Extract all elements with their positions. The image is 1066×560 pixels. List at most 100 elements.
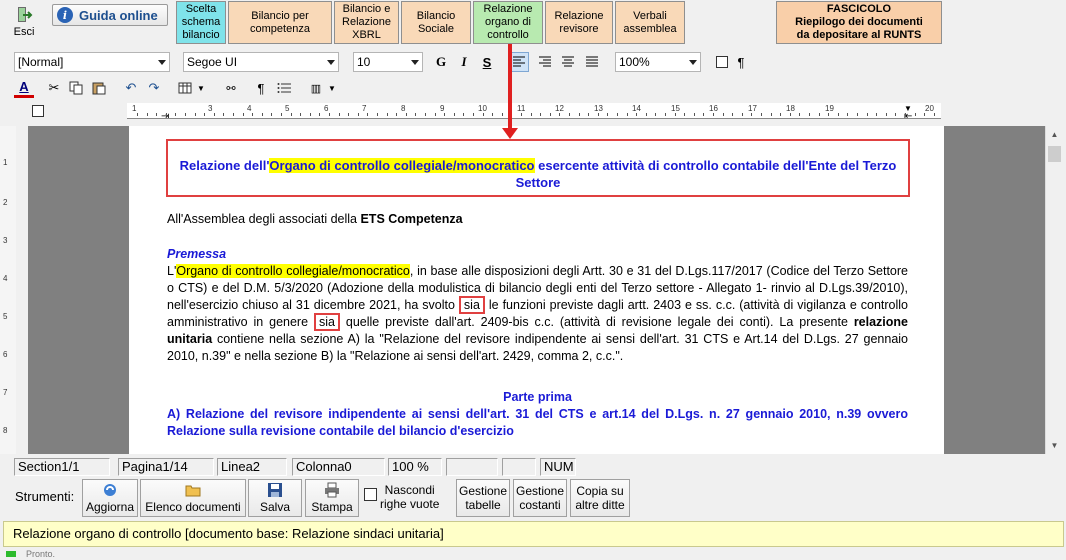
document-title[interactable]: Relazione dell'Organo di controllo colle… xyxy=(166,139,910,197)
tab-label: Bilancio xyxy=(416,9,456,22)
status-zoom: 100 % xyxy=(388,458,442,476)
tab-label: controllo xyxy=(487,29,529,41)
align-justify-button[interactable] xyxy=(582,52,602,72)
status-empty xyxy=(446,458,498,476)
table-button[interactable] xyxy=(175,78,195,98)
copia-label: altre ditte xyxy=(575,498,625,512)
top-toolbar: Esci i Guida online Scelta schema bilancio… xyxy=(0,0,1066,46)
parte-prima-heading[interactable]: Parte prima xyxy=(167,389,908,406)
ruler-tick xyxy=(885,113,887,116)
tab-bilancio-sociale[interactable]: Bilancio Sociale xyxy=(401,1,471,44)
chevron-down-icon xyxy=(327,60,335,65)
tab-label: Relazione xyxy=(342,16,391,28)
italic-button[interactable]: I xyxy=(454,52,474,72)
ruler-tick xyxy=(713,113,714,116)
ruler-number: 17 xyxy=(748,104,757,113)
align-left-button[interactable] xyxy=(509,52,529,72)
guida-online-button[interactable]: i Guida online xyxy=(52,4,168,26)
elenco-documenti-button[interactable]: Elenco documenti xyxy=(140,479,246,517)
chevron-down-icon xyxy=(689,60,697,65)
stampa-button[interactable]: Stampa xyxy=(305,479,359,517)
font-select[interactable]: Segoe UI xyxy=(183,52,339,72)
tab-relazione-revisore[interactable]: Relazione revisore xyxy=(545,1,613,44)
status-empty xyxy=(502,458,536,476)
tab-bilancio-competenza[interactable]: Bilancio per competenza xyxy=(228,1,332,44)
vertical-scrollbar[interactable]: ▲ ▼ xyxy=(1045,126,1062,454)
ruler-tick xyxy=(645,113,647,116)
aggiorna-button[interactable]: Aggiorna xyxy=(82,479,138,517)
scroll-down-icon[interactable]: ▼ xyxy=(1046,437,1063,454)
tab-scelta-schema[interactable]: Scelta schema bilancio xyxy=(176,1,226,44)
tab-verbali-assemblea[interactable]: Verbali assemblea xyxy=(615,1,685,44)
ruler-tick xyxy=(492,113,494,116)
ruler-tick xyxy=(607,113,609,116)
ruler-tick xyxy=(674,113,676,116)
library-button[interactable]: ▥ xyxy=(306,78,326,98)
ruler-tick xyxy=(895,113,897,116)
bullets-button[interactable] xyxy=(274,78,294,98)
guida-online-label: Guida online xyxy=(79,7,158,23)
salva-button[interactable]: Salva xyxy=(248,479,302,517)
horizontal-ruler[interactable]: 1 3 4 5 6 7 8 9 10 11 12 13 14 15 16 17 … xyxy=(127,103,941,122)
paragraph-button[interactable]: ¶ xyxy=(251,78,271,98)
gestione-costanti-button[interactable]: Gestione costanti xyxy=(513,479,567,517)
status-column: Colonna0 xyxy=(292,458,385,476)
premessa-paragraph[interactable]: L'Organo di controllo collegiale/monocra… xyxy=(167,263,908,365)
ruler-number: 6 xyxy=(324,104,329,113)
ruler-tick xyxy=(434,113,436,116)
elenco-label: Elenco documenti xyxy=(145,500,241,514)
ruler-number: 2 xyxy=(3,198,8,207)
align-center-button[interactable] xyxy=(558,52,578,72)
paste-button[interactable] xyxy=(89,78,109,98)
ruler-tick xyxy=(521,113,522,116)
library-dropdown[interactable]: ▼ xyxy=(326,78,338,98)
ruler-tick xyxy=(453,113,455,116)
show-formatting-button[interactable]: ¶ xyxy=(731,52,751,72)
assemblea-line[interactable]: All'Assemblea degli associati della ETS … xyxy=(167,211,908,228)
ruler-tick xyxy=(751,113,753,116)
bold-button[interactable]: G xyxy=(431,52,451,72)
style-select[interactable]: [Normal] xyxy=(14,52,170,72)
font-size-select[interactable]: 10 xyxy=(353,52,423,72)
zoom-select[interactable]: 100% xyxy=(615,52,701,72)
ruler-number: 13 xyxy=(594,104,603,113)
cut-button[interactable]: ✂ xyxy=(44,78,64,98)
ruler-number: 12 xyxy=(555,104,564,113)
nascondi-righe-checkbox[interactable] xyxy=(364,488,377,501)
paste-icon xyxy=(92,82,106,95)
exit-button[interactable]: Esci xyxy=(8,4,40,44)
section-a-heading[interactable]: A) Relazione del revisore indipendente a… xyxy=(167,406,908,440)
fascicolo-label: Riepilogo dei documenti xyxy=(795,16,923,28)
gestione-tabelle-button[interactable]: Gestione tabelle xyxy=(456,479,510,517)
premessa-heading[interactable]: Premessa xyxy=(167,246,908,263)
tab-relazione-organo-controllo[interactable]: Relazione organo di controllo xyxy=(473,1,543,44)
redo-button[interactable]: ↷ xyxy=(144,78,164,98)
tab-bilancio-xbrl[interactable]: Bilancio e Relazione XBRL xyxy=(334,1,399,44)
ruler-tick xyxy=(194,113,196,116)
margin-button[interactable] xyxy=(712,52,732,72)
ruler-tick xyxy=(905,113,906,116)
find-button[interactable]: ⚯ xyxy=(221,78,241,98)
ruler-tick xyxy=(242,113,244,116)
tab-stop-selector-icon[interactable] xyxy=(32,105,44,117)
font-color-button[interactable]: A xyxy=(14,78,34,98)
scroll-up-icon[interactable]: ▲ xyxy=(1046,126,1063,143)
underline-button[interactable]: S xyxy=(477,52,497,72)
vertical-ruler[interactable]: 1 2 3 4 5 6 7 8 xyxy=(0,126,16,454)
fascicolo-button[interactable]: FASCICOLO Riepilogo dei documenti da depos… xyxy=(776,1,942,44)
nascondi-righe-label[interactable]: Nascondi righe vuote xyxy=(380,483,439,511)
align-right-button[interactable] xyxy=(535,52,555,72)
zoom-value: 100% xyxy=(619,55,650,69)
ruler-tick xyxy=(578,113,580,116)
copy-button[interactable] xyxy=(66,78,86,98)
tab-label: schema xyxy=(181,16,221,28)
ruler-tick xyxy=(588,113,590,116)
undo-button[interactable]: ↶ xyxy=(121,78,141,98)
scrollbar-thumb[interactable] xyxy=(1048,146,1061,162)
ruler-tick xyxy=(425,113,426,116)
copia-altre-ditte-button[interactable]: Copia su altre ditte xyxy=(570,479,630,517)
ruler-number: 15 xyxy=(671,104,680,113)
table-dropdown[interactable]: ▼ xyxy=(195,78,207,98)
ruler-number: 5 xyxy=(3,312,8,321)
entity-name: ETS Competenza xyxy=(360,212,463,226)
